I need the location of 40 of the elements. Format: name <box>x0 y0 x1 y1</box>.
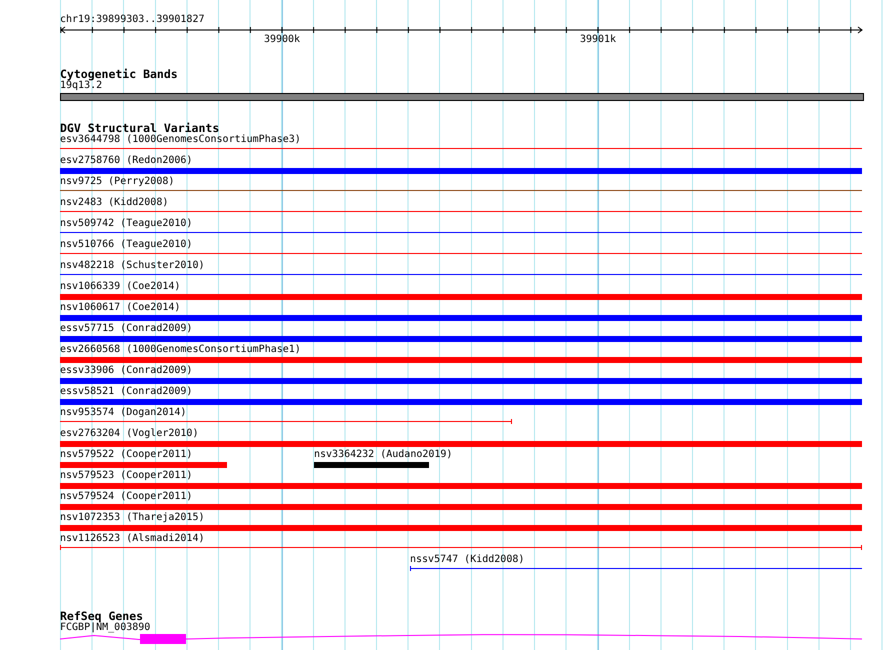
feature-label: nsv1066339 (Coe2014) <box>60 281 180 293</box>
tick-label: 39900k <box>264 34 300 46</box>
track-title: DGV Structural Variants <box>60 122 220 134</box>
location-label: chr19:39899303..39901827 <box>60 14 206 26</box>
feature-label: nssv5747 (Kidd2008) <box>410 554 524 566</box>
feature-label: esv3644798 (1000GenomesConsortiumPhase3) <box>60 134 301 146</box>
feature-label: nsv579524 (Cooper2011) <box>60 491 192 503</box>
feature-label: nsv579522 (Cooper2011) <box>60 449 192 461</box>
variant-bar[interactable] <box>60 419 512 424</box>
band-label: 19q13.2 <box>60 80 102 92</box>
feature-label: esv2660568 (1000GenomesConsortiumPhase1) <box>60 344 301 356</box>
track-title: RefSeq Genes <box>60 610 144 622</box>
track-title: Cytogenetic Bands <box>60 68 179 80</box>
feature-label: nsv510766 (Teague2010) <box>60 239 192 251</box>
gene-label: FCGBP|NM_003890 <box>60 622 152 634</box>
feature-label: esv2758760 (Redon2006) <box>60 155 192 167</box>
variant-bar[interactable] <box>60 251 862 256</box>
feature-label: nsv2483 (Kidd2008) <box>60 197 168 209</box>
feature-label: nsv1072353 (Thareja2015) <box>60 512 204 524</box>
gene-drawing[interactable] <box>60 634 862 644</box>
variant-bar[interactable] <box>60 545 862 550</box>
feature-label: essv57715 (Conrad2009) <box>60 323 192 335</box>
variant-bar[interactable] <box>60 272 862 277</box>
feature-label: esv2763204 (Vogler2010) <box>60 428 198 440</box>
feature-label: nsv1126523 (Alsmadi2014) <box>60 533 204 545</box>
variant-bar[interactable] <box>60 188 862 193</box>
feature-label: nsv953574 (Dogan2014) <box>60 407 186 419</box>
feature-label: nsv1060617 (Coe2014) <box>60 302 180 314</box>
variant-bar[interactable] <box>60 146 862 151</box>
feature-label: nsv3364232 (Audano2019) <box>314 449 452 461</box>
feature-label: nsv482218 (Schuster2010) <box>60 260 204 272</box>
feature-label: essv58521 (Conrad2009) <box>60 386 192 398</box>
tick-label: 39901k <box>580 34 616 46</box>
variant-bar[interactable] <box>60 209 862 214</box>
feature-label: nsv579523 (Cooper2011) <box>60 470 192 482</box>
variant-bar[interactable] <box>410 566 862 571</box>
feature-label: nsv509742 (Teague2010) <box>60 218 192 230</box>
variant-bar[interactable] <box>60 230 862 235</box>
feature-label: nsv9725 (Perry2008) <box>60 176 174 188</box>
feature-label: essv33906 (Conrad2009) <box>60 365 192 377</box>
